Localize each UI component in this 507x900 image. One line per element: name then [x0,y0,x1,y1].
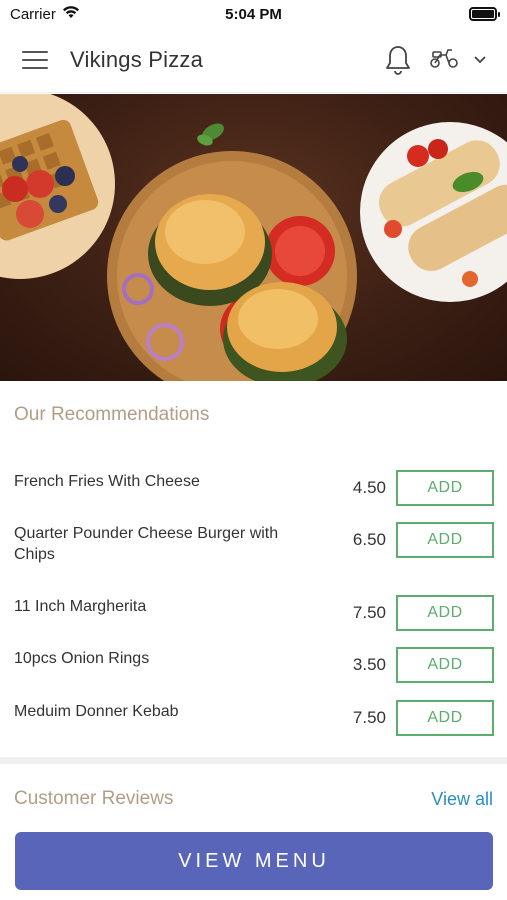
wifi-icon [62,5,80,23]
item-price: 7.50 [352,603,386,622]
header-actions [385,45,487,75]
item-price: 3.50 [352,655,386,674]
item-price: 6.50 [352,530,386,549]
view-all-reviews-link[interactable]: View all [431,789,493,810]
status-left: Carrier [10,5,80,23]
item-name: 11 Inch Margherita [14,598,147,615]
restaurant-title: Vikings Pizza [70,47,204,72]
add-button[interactable]: ADD [396,470,494,506]
section-divider [0,757,507,764]
status-bar: Carrier 5:04 PM [0,0,507,28]
item-price: 4.50 [352,478,386,497]
item-name: Quarter Pounder Cheese Burger with Chips [14,525,279,563]
recommendations-heading: Our Recommendations [14,404,210,425]
view-menu-button[interactable]: VIEW MENU [15,832,493,890]
add-button[interactable]: ADD [396,595,494,631]
carrier-label: Carrier [10,5,56,23]
item-price: 7.50 [352,708,386,727]
item-name: Meduim Donner Kebab [14,703,179,720]
hamburger-menu-icon[interactable] [20,48,50,72]
chevron-down-icon [473,51,487,69]
scooter-icon [429,47,459,74]
delivery-selector[interactable] [429,47,487,74]
hero-banner-image [0,94,507,381]
app-header: Vikings Pizza [0,28,507,93]
item-name: French Fries With Cheese [14,473,200,490]
battery-icon [469,7,500,21]
add-button[interactable]: ADD [396,522,494,558]
add-button[interactable]: ADD [396,647,494,683]
bell-icon[interactable] [385,45,411,75]
add-button[interactable]: ADD [396,700,494,736]
reviews-heading: Customer Reviews [14,788,174,809]
item-name: 10pcs Onion Rings [14,650,150,667]
